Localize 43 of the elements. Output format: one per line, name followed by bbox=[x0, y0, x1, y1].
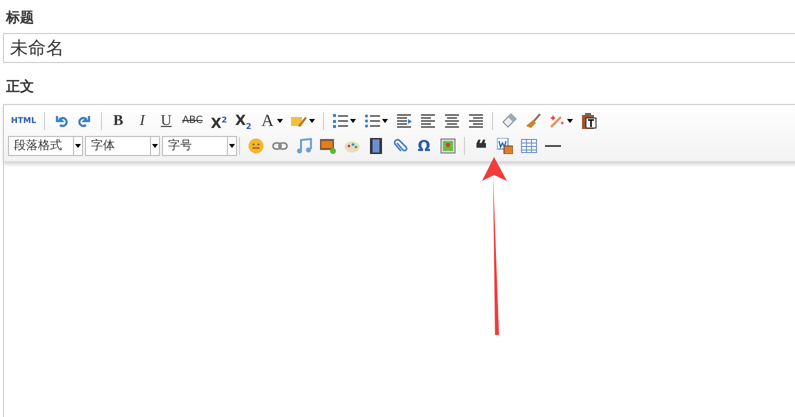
field-label: 正文 bbox=[6, 78, 35, 96]
underline-button[interactable]: U bbox=[158, 110, 174, 130]
music-note-icon[interactable] bbox=[296, 138, 312, 154]
align-center-icon[interactable] bbox=[444, 112, 460, 128]
magic-wand-icon[interactable] bbox=[549, 112, 566, 128]
word-document-icon[interactable] bbox=[497, 138, 513, 154]
image-icon[interactable] bbox=[320, 138, 336, 154]
font-family-select[interactable]: 字体 bbox=[85, 136, 160, 156]
font-color-button[interactable]: A bbox=[259, 110, 276, 130]
caret-icon[interactable] bbox=[229, 144, 235, 148]
italic-button[interactable]: I bbox=[134, 110, 150, 130]
table-icon[interactable] bbox=[521, 138, 537, 154]
paragraph-format-select[interactable]: 段落格式 bbox=[8, 136, 83, 156]
html-button[interactable]: HTML bbox=[11, 110, 36, 130]
paperclip-icon[interactable] bbox=[392, 138, 408, 154]
bullet-list-icon[interactable] bbox=[364, 112, 380, 128]
brush-icon[interactable] bbox=[525, 112, 542, 128]
eraser-icon[interactable] bbox=[501, 112, 518, 128]
field-label: 标题 bbox=[6, 9, 35, 27]
caret-icon[interactable] bbox=[309, 118, 316, 122]
blockquote-button[interactable]: ❝ bbox=[473, 136, 489, 156]
caret-icon[interactable] bbox=[152, 144, 158, 148]
caret-icon[interactable] bbox=[277, 118, 284, 122]
caret-icon[interactable] bbox=[350, 118, 356, 122]
paste-text-icon[interactable] bbox=[581, 112, 598, 128]
font-size-select[interactable]: 字号 bbox=[162, 136, 237, 156]
align-left-icon[interactable] bbox=[420, 112, 436, 128]
subscript-button[interactable]: X$_{2}$ bbox=[235, 110, 252, 130]
numbered-list-icon[interactable] bbox=[332, 112, 348, 128]
superscript-button[interactable]: X$^{2}$ bbox=[210, 110, 228, 130]
align-right-icon[interactable] bbox=[468, 112, 484, 128]
film-strip-icon[interactable] bbox=[368, 138, 384, 154]
title-field[interactable]: 未命名 bbox=[3, 33, 795, 63]
caret-icon[interactable] bbox=[75, 144, 81, 148]
map-icon[interactable] bbox=[440, 138, 456, 154]
caret-icon[interactable] bbox=[382, 118, 388, 122]
smiley-icon[interactable] bbox=[248, 138, 264, 154]
indent-icon[interactable] bbox=[396, 112, 412, 128]
strikethrough-button[interactable]: ABC bbox=[182, 110, 203, 130]
bold-button[interactable]: B bbox=[110, 110, 126, 130]
caret-icon[interactable] bbox=[567, 118, 574, 122]
special-character-button[interactable]: Ω bbox=[416, 136, 432, 156]
editor-area[interactable]: HTML B I U ABC X$^{2}$ X$_{2}$ A 段落格式 字体 字号 Ω ❝ bbox=[3, 104, 795, 417]
